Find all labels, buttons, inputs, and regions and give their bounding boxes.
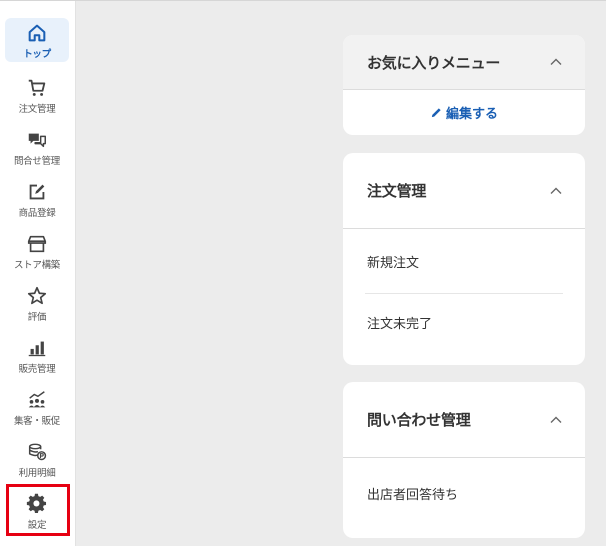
sidebar-item-inquiries[interactable]: 問合せ管理 xyxy=(5,125,69,169)
orders-header[interactable]: 注文管理 xyxy=(343,153,585,228)
sidebar-item-billing[interactable]: 利用明細 xyxy=(5,437,69,481)
coins-icon xyxy=(26,441,48,463)
sidebar-item-product-registration[interactable]: 商品登録 xyxy=(5,177,69,221)
inquiries-header[interactable]: 問い合わせ管理 xyxy=(343,382,585,457)
sidebar-item-reviews[interactable]: 評価 xyxy=(5,281,69,325)
edit-label: 編集する xyxy=(445,107,498,122)
list-item-awaiting-reply[interactable]: 出店者回答待ち xyxy=(343,458,585,528)
sidebar-item-settings[interactable]: 設定 xyxy=(5,489,69,533)
sidebar-item-label: 集客・販促 xyxy=(13,416,60,427)
sidebar-item-label: 問合せ管理 xyxy=(13,156,60,167)
star-icon xyxy=(26,285,48,307)
sidebar-item-top[interactable]: トップ xyxy=(5,18,69,62)
favorites-card: お気に入りメニュー 編集する xyxy=(343,35,585,135)
chevron-up-icon[interactable] xyxy=(549,413,563,427)
sidebar-nav: トップ 注文管理 問合せ管理 商品登録 ストア構築 評価 販売管理 集客・販促 … xyxy=(0,1,76,546)
favorites-title: お気に入りメニュー xyxy=(367,53,501,72)
sidebar-item-label: 評価 xyxy=(27,312,47,323)
store-icon xyxy=(26,233,48,255)
sidebar-item-label: 販売管理 xyxy=(18,364,56,375)
orders-title: 注文管理 xyxy=(367,182,427,200)
pencil-icon xyxy=(430,106,443,119)
edit-favorites-link[interactable]: 編集する xyxy=(343,90,585,135)
sidebar-item-label: 商品登録 xyxy=(18,208,56,219)
edit-icon xyxy=(26,181,48,203)
sidebar-item-label: 利用明細 xyxy=(18,468,56,479)
sidebar-item-orders[interactable]: 注文管理 xyxy=(5,73,69,117)
sidebar-item-label: トップ xyxy=(23,49,51,60)
home-icon xyxy=(26,22,48,44)
inquiries-card: 問い合わせ管理 出店者回答待ち xyxy=(343,382,585,538)
orders-card: 注文管理 新規注文 注文未完了 xyxy=(343,153,585,365)
list-item-incomplete-orders[interactable]: 注文未完了 xyxy=(343,294,585,350)
chevron-up-icon[interactable] xyxy=(549,55,563,69)
sidebar-item-label: 注文管理 xyxy=(18,104,56,115)
sidebar-item-marketing[interactable]: 集客・販促 xyxy=(5,385,69,429)
chevron-up-icon[interactable] xyxy=(549,184,563,198)
top-border xyxy=(0,0,608,1)
list-item-new-orders[interactable]: 新規注文 xyxy=(343,229,585,293)
people-chart-icon xyxy=(26,389,48,411)
sidebar-item-sales[interactable]: 販売管理 xyxy=(5,333,69,377)
favorites-header[interactable]: お気に入りメニュー xyxy=(343,35,585,89)
bar-chart-icon xyxy=(26,337,48,359)
sidebar-item-store-building[interactable]: ストア構築 xyxy=(5,229,69,273)
cart-icon xyxy=(26,77,48,99)
sidebar-item-label: 設定 xyxy=(27,520,47,531)
gear-icon xyxy=(26,493,48,515)
chat-icon xyxy=(26,129,48,151)
sidebar-item-label: ストア構築 xyxy=(13,260,60,271)
inquiries-title: 問い合わせ管理 xyxy=(367,411,471,429)
